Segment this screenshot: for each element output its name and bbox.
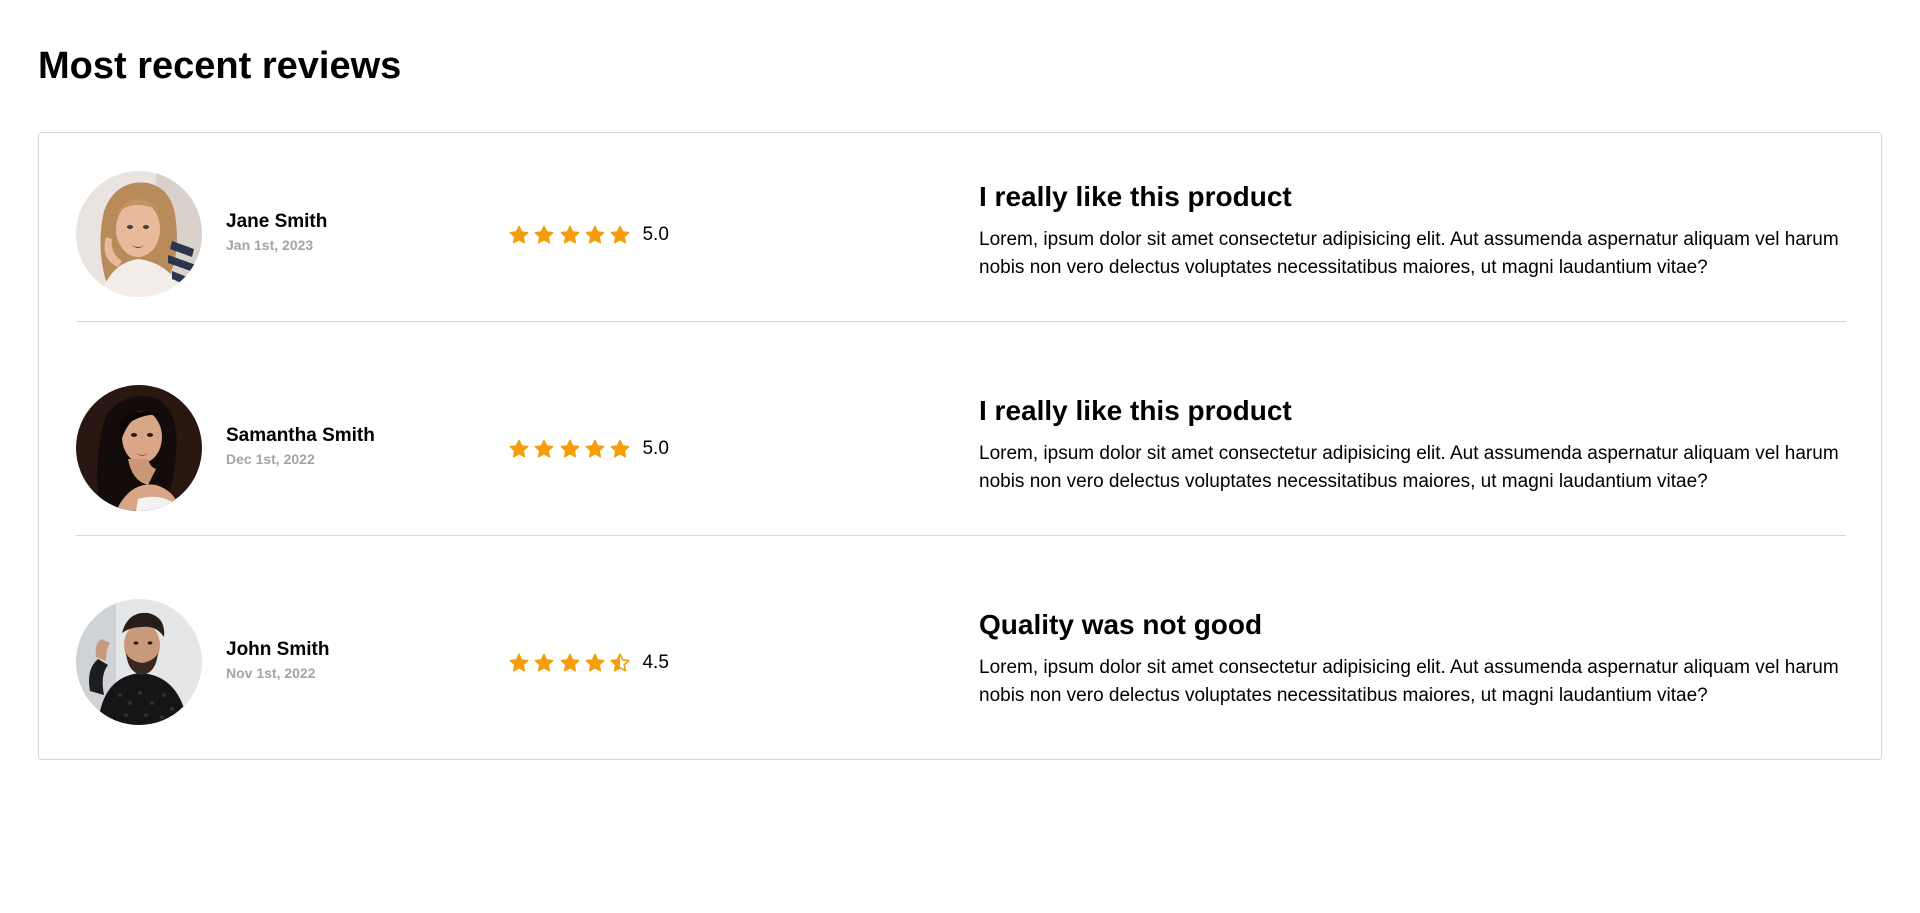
stars [508,224,634,246]
avatar [76,599,202,725]
stars [508,438,634,460]
review-author: Samantha Smith Dec 1st, 2022 [226,424,375,468]
star-half-icon [609,652,631,674]
page-title: Most recent reviews [38,45,402,87]
review-content: Quality was not good Lorem, ipsum dolor … [979,608,1849,710]
review-content: I really like this product Lorem, ipsum … [979,394,1849,496]
star-full-icon [609,224,631,246]
review-title: I really like this product [979,395,1292,426]
reviews-card: Jane Smith Jan 1st, 2023 5.0 I really li… [38,132,1882,760]
review-content: I really like this product Lorem, ipsum … [979,180,1849,282]
author-name: John Smith [226,639,330,660]
review-item: Samantha Smith Dec 1st, 2022 5.0 I reall… [76,347,1846,560]
rating-value: 5.0 [642,438,669,459]
review-title: Quality was not good [979,609,1263,640]
review-item: Jane Smith Jan 1st, 2023 5.0 I really li… [76,133,1846,346]
author-name: Jane Smith [226,211,328,232]
star-rating: 5.0 [508,436,669,462]
woman-portrait-avatar-icon [76,385,202,511]
review-body: Lorem, ipsum dolor sit amet consectetur … [979,229,1839,278]
review-date: Nov 1st, 2022 [226,665,316,681]
star-full-icon [559,652,581,674]
star-full-icon [584,224,606,246]
review-body: Lorem, ipsum dolor sit amet consectetur … [979,657,1839,706]
avatar [76,171,202,297]
review-title: I really like this product [979,181,1292,212]
man-portrait-avatar-icon [76,599,202,725]
star-full-icon [533,652,555,674]
review-item: John Smith Nov 1st, 2022 4.5 Quality was… [76,561,1846,774]
woman-portrait-avatar-icon [76,171,202,297]
divider [76,321,1846,322]
review-author: John Smith Nov 1st, 2022 [226,638,329,682]
star-full-icon [559,224,581,246]
star-full-icon [609,438,631,460]
star-full-icon [559,438,581,460]
reviews-page: Most recent reviews Jane Smith Jan 1st, … [0,0,1920,913]
star-full-icon [508,224,530,246]
rating-value: 5.0 [642,224,669,245]
star-full-icon [508,652,530,674]
stars [508,652,634,674]
star-full-icon [508,438,530,460]
star-full-icon [533,224,555,246]
star-full-icon [584,652,606,674]
review-date: Jan 1st, 2023 [226,237,314,253]
star-full-icon [584,438,606,460]
divider [76,535,1846,536]
avatar [76,385,202,511]
star-full-icon [533,438,555,460]
review-author: Jane Smith Jan 1st, 2023 [226,210,327,254]
review-date: Dec 1st, 2022 [226,451,315,467]
review-body: Lorem, ipsum dolor sit amet consectetur … [979,443,1839,492]
author-name: Samantha Smith [226,425,375,446]
star-rating: 4.5 [508,650,669,676]
star-rating: 5.0 [508,222,669,248]
rating-value: 4.5 [642,652,669,673]
